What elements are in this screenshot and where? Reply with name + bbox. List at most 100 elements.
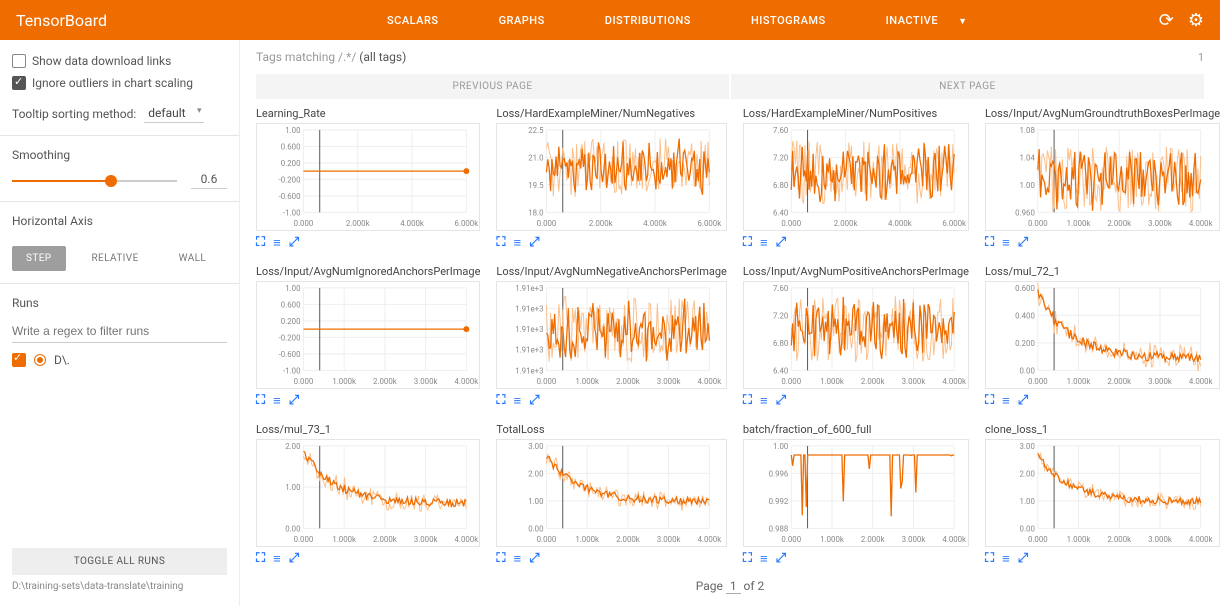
previous-page-button[interactable]: PREVIOUS PAGE — [256, 74, 729, 99]
chart-title: Loss/Input/AvgNumPositiveAnchorsPerImage — [743, 265, 969, 278]
expand-icon[interactable]: ⛶ — [985, 551, 994, 567]
tab-histograms[interactable]: HISTOGRAMS — [751, 2, 826, 39]
chart-card: TotalLoss3.002.001.000.000.0001.000k2.00… — [496, 423, 726, 571]
fullscreen-icon[interactable]: ⤢ — [776, 551, 786, 567]
svg-text:1.000k: 1.000k — [820, 377, 844, 386]
svg-text:2.00: 2.00 — [529, 469, 544, 478]
haxis-step-button[interactable]: STEP — [12, 246, 66, 271]
chart-card: Loss/Input/AvgNumGroundtruthBoxesPerImag… — [985, 107, 1220, 255]
svg-text:0.600: 0.600 — [1015, 284, 1035, 293]
slider-thumb[interactable] — [105, 175, 117, 187]
tooltip-sort-select[interactable]: default — [144, 104, 203, 123]
expand-icon[interactable]: ⛶ — [743, 235, 752, 251]
list-icon[interactable]: ≡ — [273, 235, 281, 251]
svg-text:0.200: 0.200 — [281, 159, 301, 168]
svg-text:3.000k: 3.000k — [414, 377, 438, 386]
fullscreen-icon[interactable]: ⤢ — [1018, 235, 1028, 251]
svg-text:0.960: 0.960 — [1015, 208, 1035, 217]
next-page-button[interactable]: NEXT PAGE — [731, 74, 1204, 99]
svg-text:0.00: 0.00 — [1020, 366, 1035, 375]
expand-icon[interactable]: ⛶ — [256, 551, 265, 567]
svg-text:4.000k: 4.000k — [1189, 219, 1213, 228]
smoothing-value[interactable]: 0.6 — [191, 172, 227, 189]
runs-filter-input[interactable] — [12, 320, 227, 343]
svg-text:-1.00: -1.00 — [283, 208, 300, 217]
list-icon[interactable]: ≡ — [514, 393, 522, 409]
expand-icon[interactable]: ⛶ — [496, 393, 505, 409]
smoothing-slider[interactable] — [12, 180, 177, 182]
list-icon[interactable]: ≡ — [760, 393, 768, 409]
refresh-icon[interactable]: ⟳ — [1159, 10, 1174, 31]
tab-inactive[interactable]: INACTIVE▼ — [886, 2, 968, 39]
gear-icon[interactable]: ⚙ — [1188, 10, 1204, 31]
svg-text:0.996: 0.996 — [769, 469, 789, 478]
tags-matching-label: Tags matching /.*/ — [256, 50, 359, 64]
list-icon[interactable]: ≡ — [514, 235, 522, 251]
haxis-relative-button[interactable]: RELATIVE — [78, 246, 153, 271]
expand-icon[interactable]: ⛶ — [985, 393, 994, 409]
list-icon[interactable]: ≡ — [1002, 235, 1010, 251]
list-icon[interactable]: ≡ — [273, 551, 281, 567]
toggle-all-runs-button[interactable]: TOGGLE ALL RUNS — [12, 548, 227, 575]
svg-text:18.0: 18.0 — [529, 208, 544, 217]
svg-text:4.000k: 4.000k — [400, 219, 424, 228]
expand-icon[interactable]: ⛶ — [256, 235, 265, 251]
fullscreen-icon[interactable]: ⤢ — [289, 551, 299, 567]
tab-graphs[interactable]: GRAPHS — [499, 2, 545, 39]
svg-text:2.000k: 2.000k — [346, 219, 370, 228]
chart-card: Loss/mul_72_10.6000.4000.2000.000.0001.0… — [985, 265, 1220, 413]
svg-text:0.400: 0.400 — [1015, 311, 1035, 320]
svg-text:7.60: 7.60 — [773, 126, 788, 135]
svg-text:22.5: 22.5 — [529, 126, 545, 135]
svg-text:0.200: 0.200 — [281, 317, 301, 326]
fullscreen-icon[interactable]: ⤢ — [289, 235, 299, 251]
expand-icon[interactable]: ⛶ — [496, 235, 505, 251]
fullscreen-icon[interactable]: ⤢ — [529, 551, 539, 567]
svg-text:4.000k: 4.000k — [455, 377, 479, 386]
fullscreen-icon[interactable]: ⤢ — [1018, 551, 1028, 567]
chart-title: Loss/Input/AvgNumGroundtruthBoxesPerImag… — [985, 107, 1220, 120]
svg-text:1.00: 1.00 — [1020, 181, 1035, 190]
expand-icon[interactable]: ⛶ — [743, 551, 752, 567]
svg-text:1.91e+3: 1.91e+3 — [516, 346, 544, 355]
svg-text:4.000k: 4.000k — [455, 535, 479, 544]
show-data-links-checkbox[interactable] — [12, 54, 26, 68]
expand-icon[interactable]: ⛶ — [743, 393, 752, 409]
expand-icon[interactable]: ⛶ — [496, 551, 505, 567]
fullscreen-icon[interactable]: ⤢ — [529, 393, 539, 409]
fullscreen-icon[interactable]: ⤢ — [1018, 393, 1028, 409]
logdir-path: D:\training-sets\data-translate\training — [12, 581, 227, 592]
haxis-wall-button[interactable]: WALL — [165, 246, 221, 271]
svg-text:3.000k: 3.000k — [657, 377, 681, 386]
svg-text:6.40: 6.40 — [773, 366, 788, 375]
chart-title: Loss/Input/AvgNumNegativeAnchorsPerImage — [496, 265, 726, 278]
tab-scalars[interactable]: SCALARS — [387, 2, 439, 39]
fullscreen-icon[interactable]: ⤢ — [776, 393, 786, 409]
fullscreen-icon[interactable]: ⤢ — [289, 393, 299, 409]
list-icon[interactable]: ≡ — [1002, 551, 1010, 567]
page-number[interactable]: 1 — [726, 579, 741, 594]
list-icon[interactable]: ≡ — [273, 393, 281, 409]
expand-icon[interactable]: ⛶ — [985, 235, 994, 251]
svg-text:0.000: 0.000 — [294, 219, 314, 228]
chart-title: clone_loss_1 — [985, 423, 1220, 436]
run-radio[interactable] — [34, 354, 46, 366]
fullscreen-icon[interactable]: ⤢ — [776, 235, 786, 251]
svg-text:1.00: 1.00 — [285, 126, 300, 135]
list-icon[interactable]: ≡ — [514, 551, 522, 567]
tab-distributions[interactable]: DISTRIBUTIONS — [605, 2, 691, 39]
svg-text:3.000k: 3.000k — [902, 535, 926, 544]
list-icon[interactable]: ≡ — [760, 235, 768, 251]
chart-card: Loss/HardExampleMiner/NumPositives7.607.… — [743, 107, 969, 255]
ignore-outliers-checkbox[interactable] — [12, 76, 26, 90]
run-checkbox[interactable] — [12, 353, 26, 367]
run-row[interactable]: D\. — [12, 353, 227, 367]
expand-icon[interactable]: ⛶ — [256, 393, 265, 409]
svg-text:2.000k: 2.000k — [373, 535, 397, 544]
ignore-outliers-label: Ignore outliers in chart scaling — [32, 76, 193, 90]
list-icon[interactable]: ≡ — [1002, 393, 1010, 409]
svg-text:2.000k: 2.000k — [373, 377, 397, 386]
fullscreen-icon[interactable]: ⤢ — [529, 235, 539, 251]
svg-text:0.000: 0.000 — [537, 535, 557, 544]
list-icon[interactable]: ≡ — [760, 551, 768, 567]
